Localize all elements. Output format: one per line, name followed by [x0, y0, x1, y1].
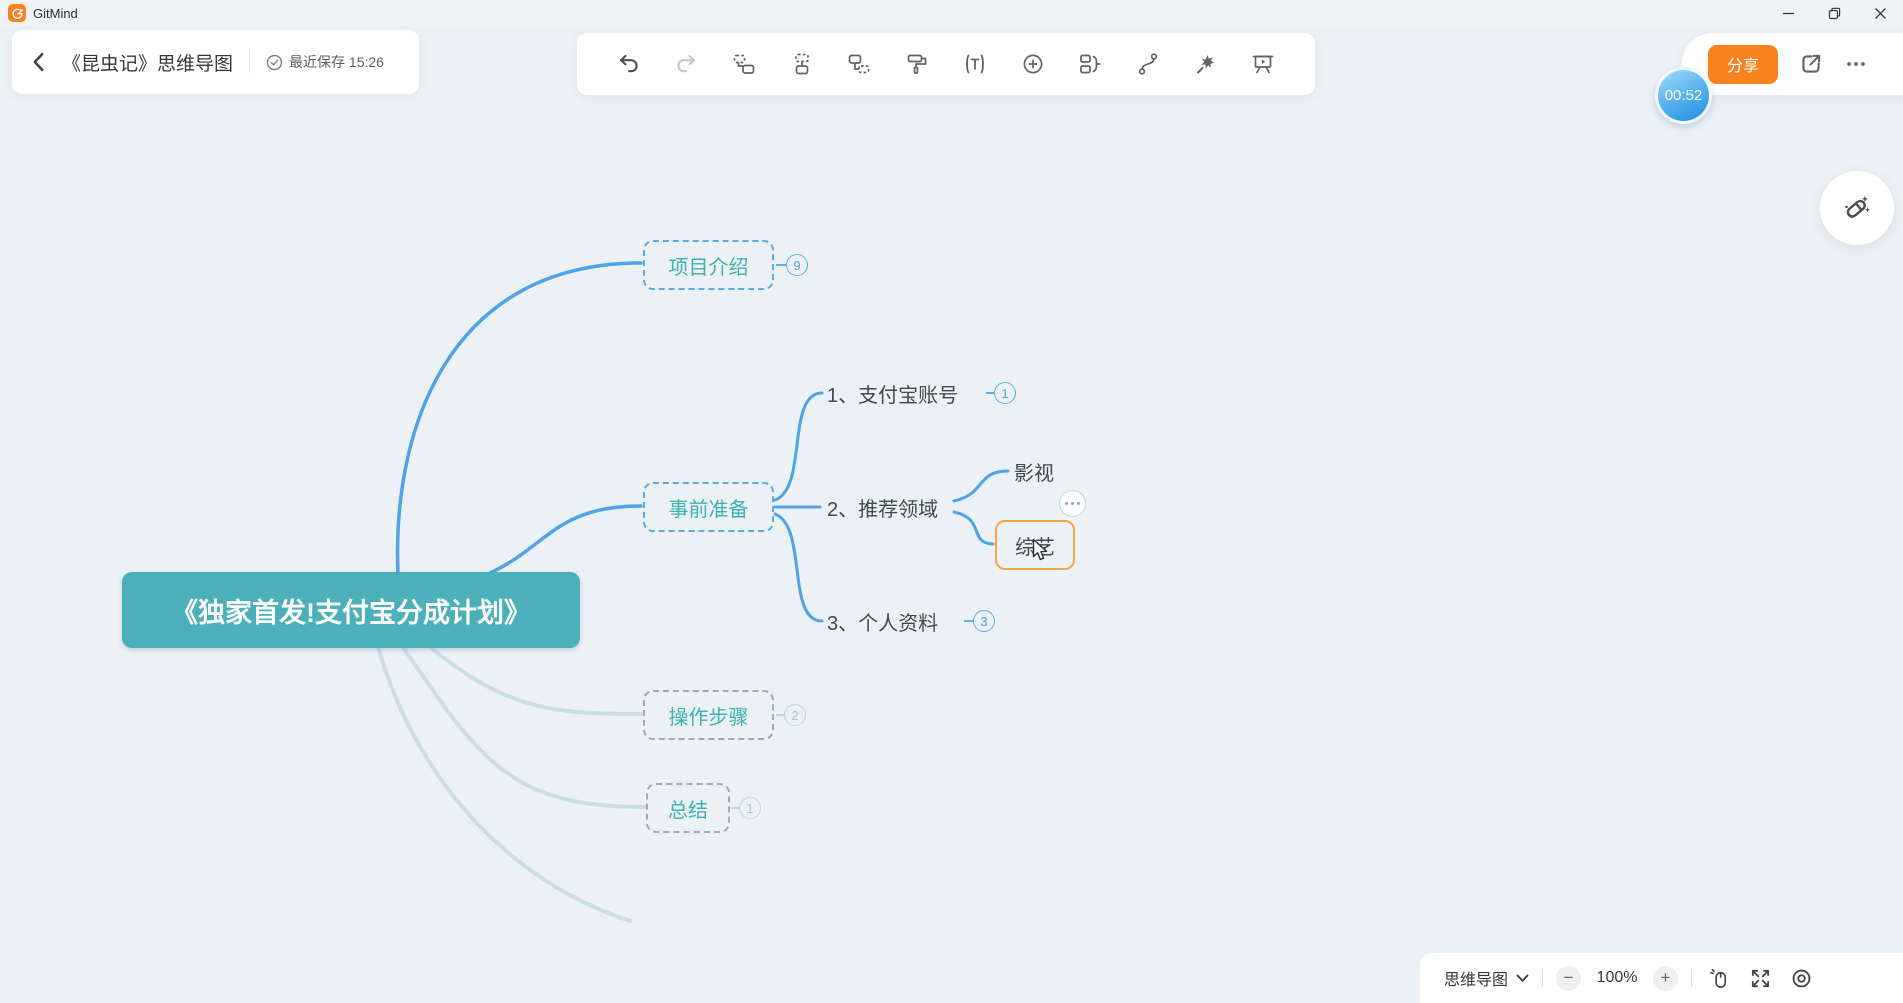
collapsed-count-badge[interactable]: 9	[786, 254, 808, 276]
document-header-card: 《昆虫记》思维导图 最近保存 15:26	[12, 30, 419, 94]
app-title: GitMind	[33, 6, 78, 21]
mouse-icon	[1708, 967, 1731, 990]
relation-line-button[interactable]	[1130, 46, 1166, 82]
document-title[interactable]: 《昆虫记》思维导图	[62, 49, 233, 76]
node-recommended-fields[interactable]: 2、推荐领域	[827, 495, 938, 519]
presentation-icon	[1251, 52, 1275, 76]
insert-more-button[interactable]	[1015, 46, 1051, 82]
collapsed-count-badge[interactable]: 1	[994, 382, 1016, 404]
ai-beautify-button[interactable]	[1188, 46, 1224, 82]
insert-parent-topic-button[interactable]	[841, 46, 877, 82]
eye-focus-icon	[1790, 967, 1813, 990]
collapsed-count-badge[interactable]: 1	[739, 797, 761, 819]
insert-topic-after-button[interactable]	[726, 46, 762, 82]
node-project-intro[interactable]: 项目介绍	[643, 240, 774, 290]
save-status: 最近保存 15:26	[266, 52, 384, 72]
root-node[interactable]: 《独家首发!支付宝分成计划》	[122, 572, 580, 648]
node-preparation[interactable]: 事前准备	[643, 482, 774, 532]
zoom-level[interactable]: 100%	[1594, 969, 1640, 987]
drag-mode-button[interactable]	[1705, 964, 1733, 992]
saved-check-icon	[266, 54, 283, 71]
beautify-eraser-icon	[1840, 191, 1874, 225]
share-button[interactable]: 分享	[1708, 45, 1778, 84]
back-button[interactable]	[30, 52, 46, 72]
fullscreen-button[interactable]	[1746, 964, 1774, 992]
timer-bubble[interactable]: 00:52	[1655, 67, 1712, 124]
close-button[interactable]	[1857, 0, 1903, 26]
node-summary[interactable]: 总结	[646, 783, 730, 833]
chevron-down-icon	[1516, 974, 1529, 983]
node-more-options-button[interactable]	[1059, 490, 1086, 517]
view-control-bar: 思维导图 − 100% +	[1420, 953, 1903, 1003]
mouse-cursor	[1032, 538, 1049, 567]
gitmind-logo-icon	[8, 4, 26, 22]
summary-button[interactable]	[1072, 46, 1108, 82]
divider	[249, 51, 250, 73]
undo-button[interactable]	[611, 46, 647, 82]
more-menu-button[interactable]	[1844, 52, 1868, 76]
presentation-button[interactable]	[1245, 46, 1281, 82]
divider	[1542, 969, 1543, 987]
divider	[1691, 969, 1692, 987]
node-personal-info[interactable]: 3、个人资料	[827, 609, 938, 633]
collapsed-count-badge[interactable]: 3	[973, 610, 995, 632]
collapsed-count-badge[interactable]: 2	[784, 704, 806, 726]
plus-circle-icon	[1021, 52, 1045, 76]
one-click-beautify-button[interactable]	[1820, 171, 1894, 245]
export-icon	[1798, 51, 1824, 77]
relation-line-icon	[1136, 52, 1160, 76]
text-icon	[963, 52, 987, 76]
badge-connectors	[776, 265, 995, 621]
restore-button[interactable]	[1811, 0, 1857, 26]
branch-lines	[398, 263, 641, 573]
layout-mode-dropdown[interactable]: 思维导图	[1444, 966, 1529, 990]
faded-branch-lines	[378, 647, 644, 921]
share-card: 分享	[1682, 33, 1903, 95]
insert-text-button[interactable]	[957, 46, 993, 82]
export-button[interactable]	[1798, 51, 1824, 77]
node-operation-steps[interactable]: 操作步骤	[643, 690, 774, 740]
insert-subtopic-button[interactable]	[784, 46, 820, 82]
node-film-tv[interactable]: 影视	[1014, 459, 1054, 483]
format-painter-button[interactable]	[899, 46, 935, 82]
insert-parent-topic-icon	[847, 52, 871, 76]
format-painter-icon	[905, 52, 929, 76]
insert-subtopic-icon	[790, 52, 814, 76]
summary-icon	[1078, 52, 1102, 76]
redo-icon	[674, 52, 698, 76]
layout-mode-label: 思维导图	[1444, 966, 1508, 990]
node-alipay-account[interactable]: 1、支付宝账号	[827, 381, 958, 405]
minimize-button[interactable]	[1765, 0, 1811, 26]
timer-value: 00:52	[1665, 87, 1703, 104]
window-titlebar: GitMind	[0, 0, 1903, 26]
zoom-out-button[interactable]: −	[1556, 966, 1581, 991]
undo-icon	[617, 52, 641, 76]
fullscreen-arrows-icon	[1749, 967, 1772, 990]
overview-button[interactable]	[1787, 964, 1815, 992]
insert-topic-after-icon	[732, 52, 756, 76]
main-toolbar	[577, 33, 1315, 95]
mindmap-canvas[interactable]	[0, 0, 1903, 1003]
more-dots-icon	[1844, 52, 1868, 76]
ai-beautify-icon	[1194, 52, 1218, 76]
zoom-in-button[interactable]: +	[1653, 966, 1678, 991]
redo-button[interactable]	[668, 46, 704, 82]
